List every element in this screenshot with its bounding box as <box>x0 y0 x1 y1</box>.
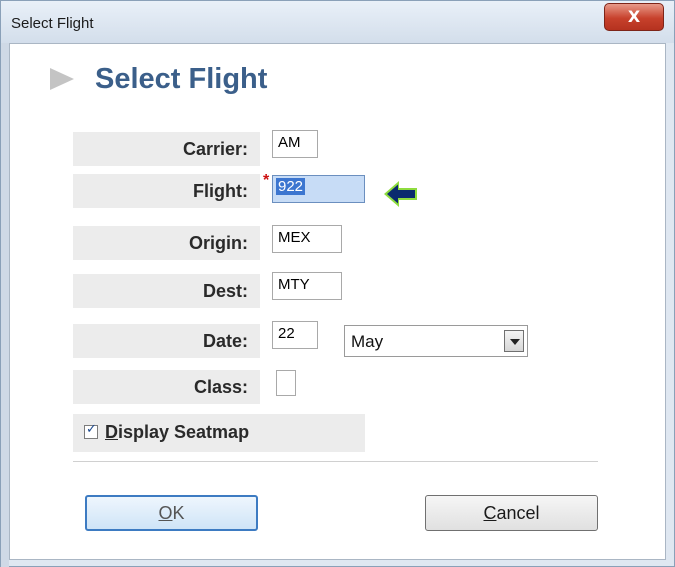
class-label: Class: <box>193 377 248 397</box>
carrier-label-cell: Carrier: <box>73 132 260 166</box>
date-month-select[interactable]: May <box>344 325 528 357</box>
flight-label: Flight: <box>193 181 248 201</box>
ok-button[interactable]: OK <box>85 495 258 531</box>
date-label: Date: <box>202 331 248 351</box>
date-day-input[interactable]: 22 <box>272 321 318 349</box>
display-seatmap-row[interactable]: Display Seatmap <box>73 414 365 452</box>
cancel-button[interactable]: Cancel <box>425 495 598 531</box>
dest-value: MTY <box>278 276 310 293</box>
ok-label: K <box>172 503 185 523</box>
date-month-value: May <box>351 332 384 351</box>
separator <box>73 461 598 462</box>
dialog-window: Select Flight X Select Flight Carrier: A… <box>0 0 675 567</box>
display-seatmap-label: Display Seatmap <box>105 422 249 443</box>
dest-label-cell: Dest: <box>73 274 260 308</box>
carrier-value: AM <box>278 134 301 151</box>
origin-label: Origin: <box>189 233 248 253</box>
carrier-label: Carrier: <box>182 139 248 159</box>
title-bar[interactable]: Select Flight X <box>1 1 674 43</box>
ok-accel: O <box>158 503 173 523</box>
flight-value: 922 <box>276 178 306 195</box>
class-label-cell: Class: <box>73 370 260 404</box>
close-icon: X <box>627 7 641 26</box>
display-seatmap-accel: D <box>105 422 118 442</box>
cancel-label: ancel <box>496 503 540 523</box>
class-input[interactable] <box>276 370 296 396</box>
date-day-value: 22 <box>278 325 295 342</box>
page-title: Select Flight <box>95 63 268 95</box>
flight-label-cell: Flight: <box>73 174 260 208</box>
window-title: Select Flight <box>11 15 94 32</box>
date-label-cell: Date: <box>73 324 260 358</box>
origin-label-cell: Origin: <box>73 226 260 260</box>
carrier-input[interactable]: AM <box>272 130 318 158</box>
display-seatmap-text: isplay Seatmap <box>118 422 250 442</box>
window-frame-left <box>1 43 9 567</box>
close-button[interactable]: X <box>604 3 664 31</box>
display-seatmap-checkbox[interactable] <box>84 422 98 439</box>
left-arrow-icon <box>384 181 417 207</box>
origin-input[interactable]: MEX <box>272 225 342 253</box>
chevron-right-icon <box>50 68 74 90</box>
dest-input[interactable]: MTY <box>272 272 342 300</box>
required-marker: * <box>263 172 270 189</box>
cancel-accel: C <box>483 503 497 523</box>
origin-value: MEX <box>278 229 311 246</box>
dialog-content: Select Flight Carrier: AM Flight: * 922 … <box>9 43 666 560</box>
flight-input[interactable]: 922 <box>272 175 365 203</box>
dest-label: Dest: <box>202 281 248 301</box>
chevron-down-icon[interactable] <box>504 330 524 352</box>
